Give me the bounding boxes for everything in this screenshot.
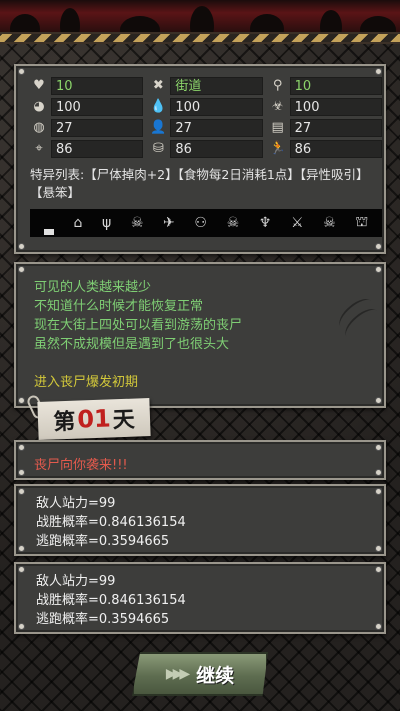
backpack-icon: ⛁ — [152, 141, 164, 156]
stat-thirst: 💧 100 — [149, 97, 263, 116]
stomach-icon: ◕ — [33, 99, 45, 114]
stat-value: 86 — [51, 139, 144, 158]
stat-value: 100 — [289, 97, 382, 116]
location-pin-icon: ⚲ — [272, 78, 283, 93]
win-probability: 战胜概率=0.846136154 — [36, 515, 186, 530]
person-icon: 👤 — [150, 120, 167, 135]
enemy-strength: 敌人站力=99 — [36, 496, 116, 511]
alert-text: 丧尸向你袭来!!! — [34, 458, 128, 473]
airplane-icon[interactable]: ✈ — [163, 215, 175, 231]
day-prefix: 第 — [52, 409, 76, 436]
stat-value: 10 — [289, 76, 382, 95]
book-icon: ▤ — [271, 120, 284, 135]
continue-label: 继续 — [196, 664, 235, 687]
stat-value: 27 — [170, 118, 263, 137]
stat-grid: ♥ 10 ✖ 街道 ⚲ 10 ◕ 100 💧 100 ☣ 100 ◍ 27 👤 — [30, 76, 382, 158]
battle-stats: 敌人站力=99 战胜概率=0.846136154 逃跑概率=0.3594665 — [36, 572, 186, 629]
stat-carry: ⛁ 86 — [149, 139, 263, 158]
narrative-text: 可见的人类越来越少 不知道什么时候才能恢复正常 现在大街上四处可以看到游荡的丧尸… — [34, 278, 242, 392]
zombie-hands-icon[interactable]: ♆ — [259, 215, 272, 231]
crosshair-icon: ⌖ — [35, 141, 43, 156]
traits-list: 特异列表:【尸体掉肉+2】【食物每2日消耗1点】【异性吸引】【悬笨】 — [30, 167, 369, 200]
stat-position: ⚲ 10 — [269, 76, 382, 95]
stat-accuracy: ⌖ 86 — [30, 139, 144, 158]
narrative-line: 不知道什么时候才能恢复正常 — [34, 299, 204, 314]
heart-icon: ♥ — [33, 78, 45, 93]
battle-stats: 敌人站力=99 战胜概率=0.846136154 逃跑概率=0.3594665 — [36, 494, 186, 551]
stat-hunger: ◕ 100 — [30, 97, 144, 116]
stat-value: 100 — [170, 97, 263, 116]
battle-panel: 敌人站力=99 战胜概率=0.846136154 逃跑概率=0.3594665 — [14, 562, 386, 634]
stats-panel: ♥ 10 ✖ 街道 ⚲ 10 ◕ 100 💧 100 ☣ 100 ◍ 27 👤 — [14, 64, 386, 254]
stat-charisma: 👤 27 — [149, 118, 263, 137]
stat-sanity: ◍ 27 — [30, 118, 144, 137]
skull-icon[interactable]: ☠ — [323, 215, 336, 231]
stat-infection: ☣ 100 — [269, 97, 382, 116]
phase-text: 进入丧尸爆发初期 — [34, 375, 139, 390]
stat-value: 27 — [289, 118, 382, 137]
alert-panel: 丧尸向你袭来!!! — [14, 440, 386, 480]
enemy-strength: 敌人站力=99 — [36, 574, 116, 589]
day-badge: 第 01 天 — [37, 398, 151, 440]
stat-health: ♥ 10 — [30, 76, 144, 95]
brain-icon: ◍ — [33, 120, 45, 135]
stat-intelligence: ▤ 27 — [269, 118, 382, 137]
fast-forward-icon: ▶▶▶ — [165, 666, 190, 682]
day-number: 01 — [76, 404, 112, 434]
bank-icon[interactable]: ⛫ — [355, 214, 368, 232]
muscle-icon[interactable]: ⚔ — [291, 215, 304, 231]
selection-marker — [43, 229, 54, 235]
skull-icon[interactable]: ☠ — [131, 215, 144, 231]
day-suffix: 天 — [112, 407, 136, 434]
escape-probability: 逃跑概率=0.3594665 — [36, 534, 170, 549]
stat-value: 100 — [51, 97, 144, 116]
stat-value: 街道 — [170, 76, 263, 95]
stat-value: 10 — [51, 76, 144, 95]
stat-value: 27 — [51, 118, 144, 137]
narrative-line: 现在大街上四处可以看到游荡的丧尸 — [34, 318, 243, 333]
crossed-tools-icon: ✖ — [152, 78, 164, 93]
stat-agility: 🏃 86 — [269, 139, 382, 158]
skull-icon[interactable]: ☠ — [227, 215, 240, 231]
plant-icon[interactable]: ψ — [102, 215, 111, 231]
narrative-line: 可见的人类越来越少 — [34, 280, 152, 295]
stat-value: 86 — [170, 139, 263, 158]
escape-probability: 逃跑概率=0.3594665 — [36, 612, 170, 627]
stat-location: ✖ 街道 — [149, 76, 263, 95]
hazard-stripe — [0, 32, 400, 44]
shop-icon[interactable]: ⌂ — [73, 215, 82, 231]
narrative-line: 虽然不成规模但是遇到了也很头大 — [34, 337, 230, 352]
top-banner — [0, 0, 400, 32]
battle-panel: 敌人站力=99 战胜概率=0.846136154 逃跑概率=0.3594665 — [14, 484, 386, 556]
group-icon[interactable]: ⚇ — [194, 215, 207, 231]
biohazard-icon: ☣ — [271, 99, 284, 114]
narrative-panel: 可见的人类越来越少 不知道什么时候才能恢复正常 现在大街上四处可以看到游荡的丧尸… — [14, 262, 386, 408]
water-drop-icon: 💧 — [150, 99, 167, 114]
win-probability: 战胜概率=0.846136154 — [36, 593, 186, 608]
stat-value: 86 — [289, 139, 382, 158]
running-icon: 🏃 — [269, 141, 286, 156]
continue-button[interactable]: ▶▶▶ 继续 — [132, 652, 268, 696]
action-icon-strip: ⌂ ψ ☠ ✈ ⚇ ☠ ♆ ⚔ ☠ ⛫ — [30, 209, 382, 237]
